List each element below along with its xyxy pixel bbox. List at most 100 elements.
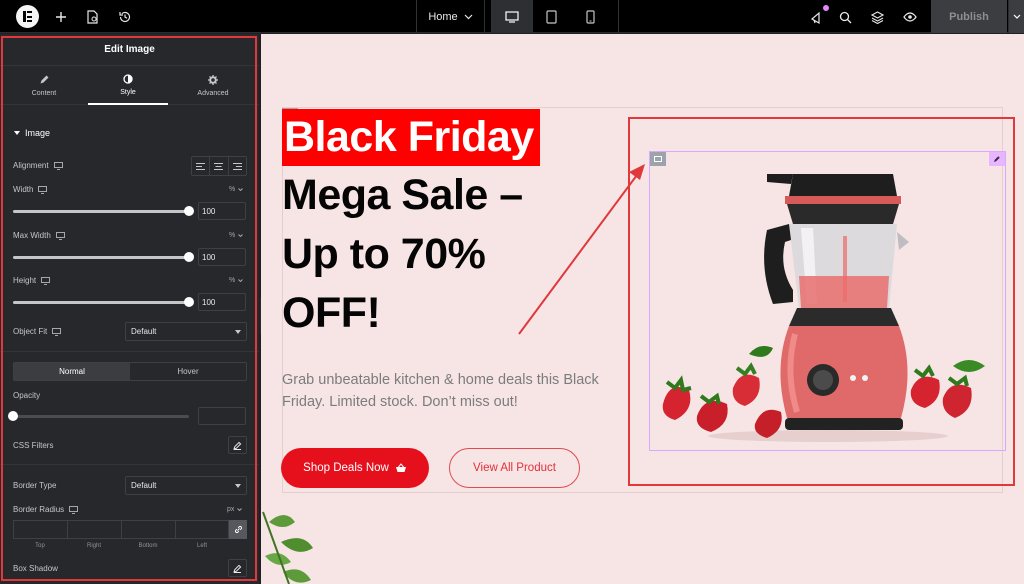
align-center-button[interactable]: [210, 157, 229, 175]
page-settings-icon[interactable]: [81, 6, 103, 28]
radius-left-label: Left: [196, 543, 207, 549]
tab-style-label: Style: [120, 89, 136, 96]
align-right-icon: [232, 162, 242, 170]
radius-bottom-label: Bottom: [138, 543, 158, 549]
add-element-icon[interactable]: [50, 6, 72, 28]
panel-tabs: Content Style Advanced: [0, 67, 259, 105]
history-icon[interactable]: [114, 6, 136, 28]
css-filters-label: CSS Filters: [13, 441, 54, 450]
pencil-icon: [40, 75, 49, 84]
border-type-select[interactable]: Default: [125, 476, 247, 495]
caret-down-icon: [235, 329, 241, 334]
width-slider-handle[interactable]: [184, 206, 194, 216]
desktop-icon: [52, 327, 62, 336]
tab-style[interactable]: Style: [88, 67, 168, 105]
link-icon: [234, 525, 242, 534]
chevron-down-icon: [238, 279, 244, 282]
height-unit: %: [229, 277, 236, 284]
max-width-unit-select[interactable]: %: [229, 232, 244, 239]
tab-normal[interactable]: Normal: [14, 363, 130, 380]
tab-advanced[interactable]: Advanced: [173, 67, 253, 105]
opacity-slider[interactable]: [8, 411, 189, 421]
radius-right-input[interactable]: [67, 520, 121, 539]
css-filters-edit-button[interactable]: [228, 436, 247, 454]
alignment-label-text: Alignment: [13, 161, 49, 170]
alignment-label: Alignment: [13, 161, 63, 170]
strawberries-left: [662, 346, 782, 438]
opacity-label: Opacity: [13, 391, 41, 400]
object-fit-select[interactable]: Default: [125, 322, 247, 341]
opacity-input[interactable]: [198, 407, 246, 425]
chevron-down-icon: [238, 188, 244, 191]
box-shadow-edit-button[interactable]: [228, 559, 247, 577]
pencil-icon: [233, 564, 242, 573]
radius-top-input[interactable]: [13, 520, 67, 539]
max-width-slider-handle[interactable]: [184, 252, 194, 262]
object-fit-label-text: Object Fit: [13, 327, 48, 336]
gear-icon: [208, 75, 218, 85]
state-toggle: Normal Hover: [13, 362, 247, 381]
align-right-button[interactable]: [229, 157, 246, 175]
tablet-view-button[interactable]: [530, 0, 572, 33]
width-slider-fill: [13, 210, 189, 213]
max-width-slider-fill: [13, 256, 189, 259]
mobile-view-button[interactable]: [569, 0, 611, 33]
tab-hover[interactable]: Hover: [130, 363, 246, 380]
border-radius-unit-select[interactable]: px: [227, 506, 243, 513]
caret-down-icon: [235, 483, 241, 488]
desktop-icon: [69, 505, 79, 514]
half-circle-icon: [123, 74, 133, 84]
radius-left-input[interactable]: [175, 520, 229, 539]
chevron-down-icon: [237, 508, 243, 511]
publish-options-button[interactable]: [1008, 0, 1024, 33]
border-radius-inputs: [13, 520, 247, 539]
image-section-toggle[interactable]: Image: [14, 128, 50, 138]
preview-eye-icon[interactable]: [899, 6, 921, 28]
width-unit: %: [229, 186, 236, 193]
max-width-input[interactable]: 100: [198, 248, 246, 266]
elementor-logo-icon[interactable]: [16, 5, 39, 28]
border-type-label: Border Type: [13, 481, 57, 490]
mobile-icon: [585, 9, 595, 24]
desktop-view-button[interactable]: [491, 0, 533, 33]
width-input[interactable]: 100: [198, 202, 246, 220]
strawberries-right: [910, 360, 985, 418]
align-left-button[interactable]: [192, 157, 211, 175]
page-selector[interactable]: Home: [417, 0, 484, 33]
align-center-icon: [214, 162, 224, 170]
height-slider[interactable]: [13, 297, 194, 307]
chevron-down-icon: [1013, 14, 1020, 19]
caret-down-icon: [14, 131, 20, 135]
height-slider-fill: [13, 301, 189, 304]
page-name: Home: [428, 10, 458, 23]
desktop-icon: [41, 276, 51, 285]
opacity-slider-handle[interactable]: [8, 411, 18, 421]
box-shadow-label: Box Shadow: [13, 564, 58, 573]
search-icon[interactable]: [834, 6, 856, 28]
blender-product-image: [662, 174, 985, 442]
chevron-down-icon: [238, 234, 244, 237]
max-width-unit: %: [229, 232, 236, 239]
max-width-label: Max Width: [13, 231, 65, 240]
height-slider-handle[interactable]: [184, 297, 194, 307]
layers-icon[interactable]: [866, 6, 888, 28]
tab-advanced-label: Advanced: [197, 90, 229, 97]
publish-button[interactable]: Publish: [931, 0, 1007, 33]
height-input[interactable]: 100: [198, 293, 246, 311]
object-fit-label: Object Fit: [13, 327, 62, 336]
width-label-text: Width: [13, 185, 34, 194]
tab-content[interactable]: Content: [4, 67, 84, 105]
link-values-button[interactable]: [229, 520, 247, 539]
panel-title: Edit Image: [0, 34, 259, 66]
width-unit-select[interactable]: %: [229, 186, 244, 193]
border-radius-unit: px: [227, 506, 235, 513]
desktop-icon: [55, 231, 65, 240]
radius-bottom-input[interactable]: [121, 520, 175, 539]
tablet-icon: [545, 9, 557, 24]
desktop-icon: [505, 10, 519, 23]
height-unit-select[interactable]: %: [229, 277, 244, 284]
editor-canvas: Black Friday Mega Sale – Up to 70% OFF! …: [261, 34, 1024, 584]
width-slider[interactable]: [13, 206, 194, 216]
notifications-icon[interactable]: [806, 5, 829, 28]
max-width-slider[interactable]: [13, 252, 194, 262]
